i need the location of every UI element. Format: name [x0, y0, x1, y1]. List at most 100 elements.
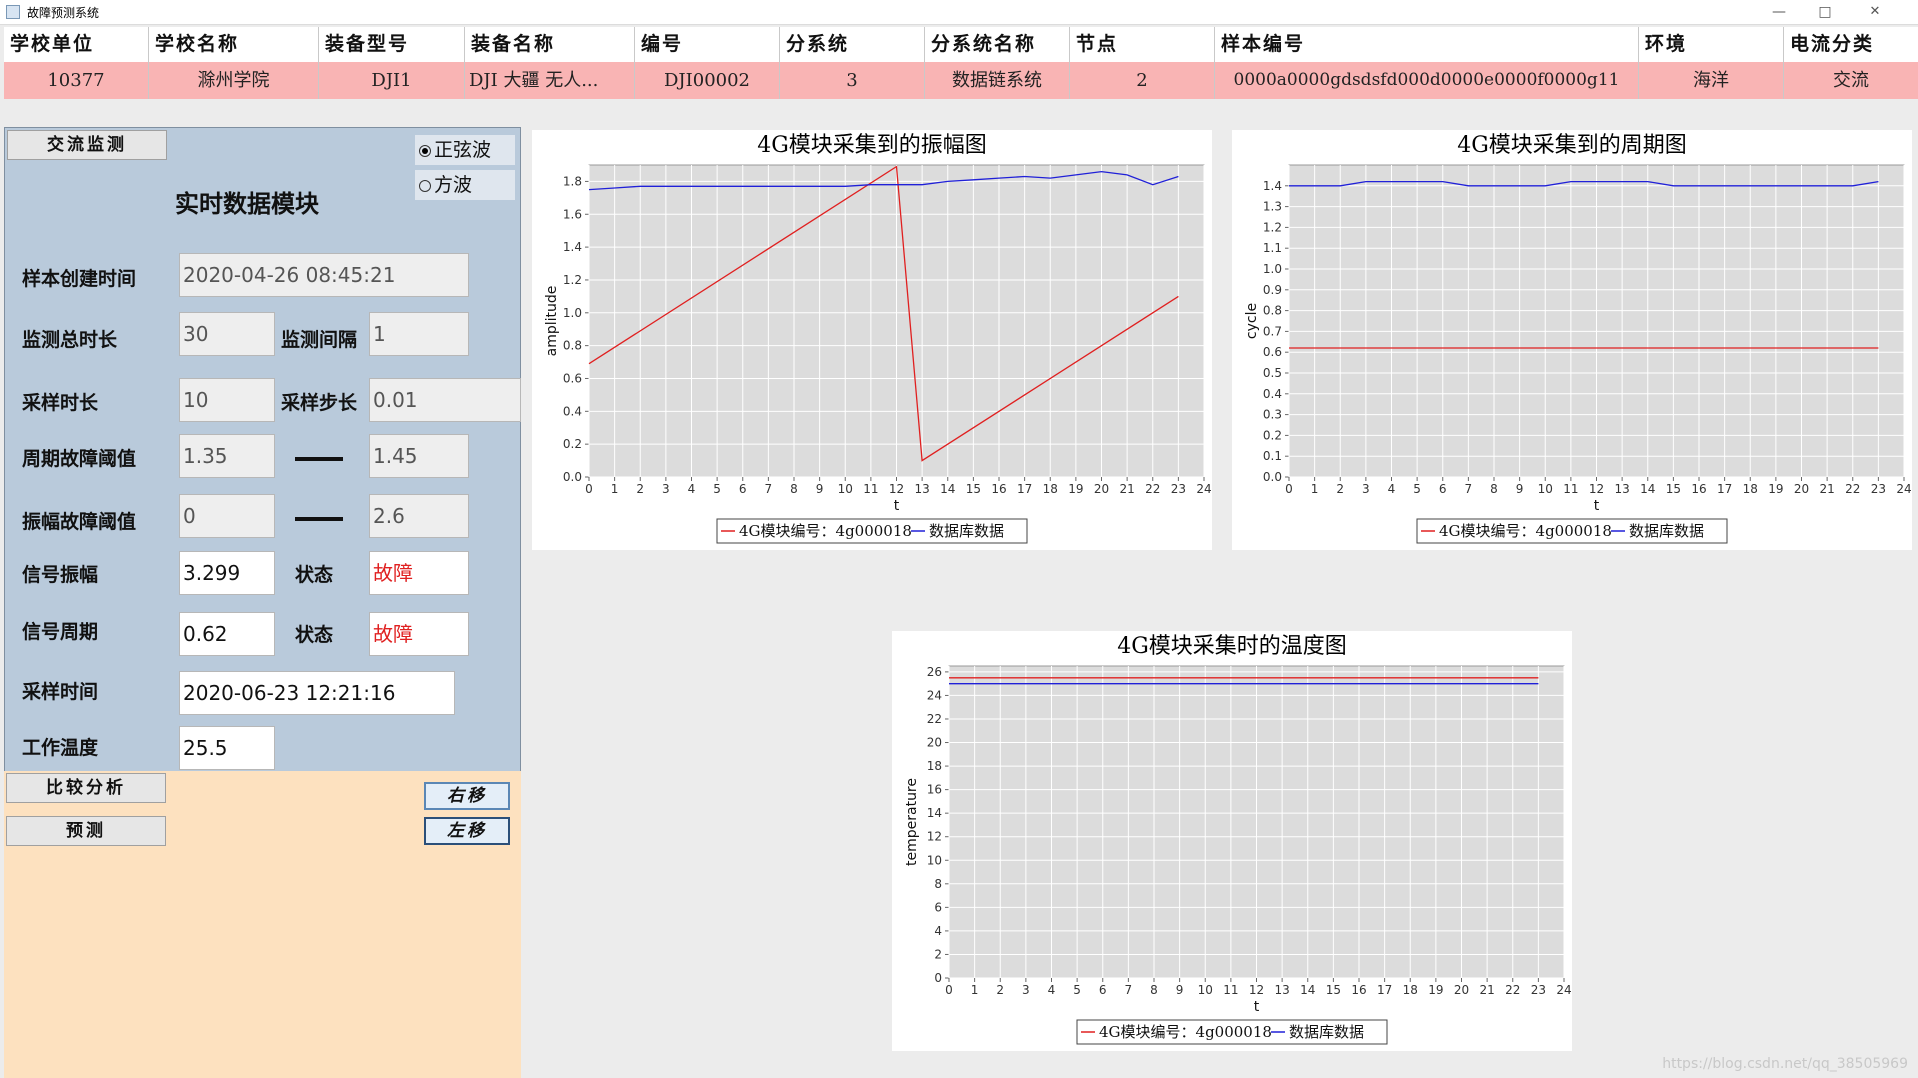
x-tick-label: 5 — [1073, 983, 1081, 997]
maximize-button[interactable]: □ — [1802, 0, 1848, 24]
col-header-subsystem[interactable]: 分系统 — [780, 27, 925, 62]
period-threshold-low-field[interactable]: 1.35 — [179, 434, 275, 478]
cycle-chart: 4G模块采集到的周期图 0.0 0.1 0.2 0.3 0.4 0.5 0.6 0.7 0.8 0.… — [1232, 130, 1912, 550]
move-left-button[interactable]: 左移 — [424, 817, 510, 845]
radio-unselected-icon — [419, 180, 431, 192]
sample-time-field[interactable]: 2020-06-23 12:21:16 — [179, 671, 455, 715]
col-header-school-unit[interactable]: 学校单位 — [4, 27, 149, 62]
sample-step-field[interactable]: 0.01 — [369, 378, 521, 422]
radio-square-label: 方波 — [434, 174, 473, 196]
monitor-total-field[interactable]: 30 — [179, 312, 275, 356]
cell-equip-name[interactable]: DJI 大疆 无人... — [465, 62, 635, 99]
col-header-sample-id[interactable]: 样本编号 — [1215, 27, 1639, 62]
x-tick-label: 21 — [1479, 983, 1494, 997]
y-axis-label: cycle — [1244, 303, 1260, 339]
y-tick-label: 0.9 — [1263, 283, 1282, 297]
x-tick-label: 2 — [996, 983, 1004, 997]
monitor-interval-field[interactable]: 1 — [369, 312, 469, 356]
x-tick-label: 3 — [662, 482, 670, 496]
y-tick-label: 1.6 — [563, 207, 582, 221]
x-tick-label: 15 — [1326, 983, 1341, 997]
amp-threshold-low-field[interactable]: 0 — [179, 494, 275, 538]
radio-sine-wave[interactable]: 正弦波 — [415, 135, 515, 165]
col-header-equip-name[interactable]: 装备名称 — [465, 27, 635, 62]
period-threshold-high-field[interactable]: 1.45 — [369, 434, 469, 478]
col-header-node[interactable]: 节点 — [1070, 27, 1215, 62]
x-tick-label: 11 — [1223, 983, 1238, 997]
x-tick-label: 23 — [1171, 482, 1186, 496]
close-button[interactable]: ✕ — [1852, 0, 1898, 24]
x-tick-label: 11 — [1563, 482, 1578, 496]
x-tick-label: 12 — [1249, 983, 1264, 997]
table-row[interactable]: 10377 滁州学院 DJI1 DJI 大疆 无人... DJI00002 3 … — [4, 62, 1918, 99]
legend-label: 4G模块编号：4g000018 — [739, 522, 912, 540]
minimize-button[interactable]: — — [1756, 0, 1802, 24]
y-tick-label: 0.2 — [1263, 428, 1282, 442]
cell-node[interactable]: 2 — [1070, 62, 1215, 99]
x-tick-label: 24 — [1196, 482, 1211, 496]
x-tick-label: 19 — [1428, 983, 1443, 997]
x-tick-label: 14 — [1640, 482, 1655, 496]
cell-equip-model[interactable]: DJI1 — [319, 62, 465, 99]
sample-duration-field[interactable]: 10 — [179, 378, 275, 422]
y-tick-label: 14 — [927, 806, 942, 820]
cell-current-type[interactable]: 交流 — [1784, 62, 1918, 99]
x-tick-label: 13 — [914, 482, 929, 496]
x-tick-label: 8 — [1150, 983, 1158, 997]
ac-monitor-button[interactable]: 交流监测 — [7, 130, 167, 160]
compare-analysis-button[interactable]: 比较分析 — [6, 773, 166, 803]
sample-create-time-field[interactable]: 2020-04-26 08:45:21 — [179, 253, 469, 297]
x-tick-label: 22 — [1145, 482, 1160, 496]
x-tick-label: 17 — [1717, 482, 1732, 496]
legend-label: 数据库数据 — [1289, 1023, 1364, 1041]
x-tick-label: 9 — [1176, 983, 1184, 997]
window-titlebar: 故障预测系统 — □ ✕ — [0, 0, 1918, 25]
amp-threshold-high-field[interactable]: 2.6 — [369, 494, 469, 538]
y-tick-label: 20 — [927, 736, 942, 750]
x-tick-label: 5 — [713, 482, 721, 496]
period-status-field[interactable]: 故障 — [369, 612, 469, 656]
y-tick-label: 1.0 — [1263, 262, 1282, 276]
x-tick-label: 14 — [940, 482, 955, 496]
col-header-environment[interactable]: 环境 — [1639, 27, 1784, 62]
cell-environment[interactable]: 海洋 — [1639, 62, 1784, 99]
cell-subsystem-name[interactable]: 数据链系统 — [925, 62, 1070, 99]
cell-subsystem[interactable]: 3 — [780, 62, 925, 99]
y-tick-label: 0.2 — [563, 437, 582, 451]
y-tick-label: 18 — [927, 759, 942, 773]
cell-sample-id[interactable]: 0000a0000gdsdsfd000d0000e0000f0000g11 — [1215, 62, 1639, 99]
x-tick-label: 2 — [636, 482, 644, 496]
col-header-subsystem-name[interactable]: 分系统名称 — [925, 27, 1070, 62]
col-header-number[interactable]: 编号 — [635, 27, 780, 62]
y-tick-label: 8 — [934, 877, 942, 891]
y-tick-label: 4 — [934, 924, 942, 938]
y-tick-label: 0.8 — [563, 339, 582, 353]
x-tick-label: 1 — [971, 983, 979, 997]
chart-title: 4G模块采集到的振幅图 — [757, 133, 987, 158]
signal-amp-field[interactable]: 3.299 — [179, 551, 275, 595]
amp-status-field[interactable]: 故障 — [369, 551, 469, 595]
col-header-current-type[interactable]: 电流分类 — [1784, 27, 1918, 62]
cell-school-unit[interactable]: 10377 — [4, 62, 149, 99]
radio-square-wave[interactable]: 方波 — [415, 170, 515, 200]
col-header-equip-model[interactable]: 装备型号 — [319, 27, 465, 62]
y-tick-label: 0.4 — [563, 404, 582, 418]
y-tick-label: 0.6 — [1263, 345, 1282, 359]
work-temp-label: 工作温度 — [22, 737, 99, 759]
watermark: https://blog.csdn.net/qq_38505969 — [1662, 1056, 1908, 1072]
x-tick-label: 13 — [1274, 983, 1289, 997]
cell-number[interactable]: DJI00002 — [635, 62, 780, 99]
period-threshold-label: 周期故障阈值 — [22, 448, 137, 470]
col-header-school-name[interactable]: 学校名称 — [149, 27, 319, 62]
signal-period-label: 信号周期 — [22, 621, 99, 643]
move-right-button[interactable]: 右移 — [424, 782, 510, 810]
x-tick-label: 19 — [1768, 482, 1783, 496]
cell-school-name[interactable]: 滁州学院 — [149, 62, 319, 99]
signal-period-field[interactable]: 0.62 — [179, 612, 275, 656]
y-tick-label: 0.6 — [563, 371, 582, 385]
y-tick-label: 0.0 — [563, 470, 582, 484]
predict-button[interactable]: 预测 — [6, 816, 166, 846]
temperature-chart: 4G模块采集时的温度图 0 2 4 6 8 10 12 14 16 18 20 22 24 26 0 1 2 3 4 5… — [892, 631, 1572, 1051]
work-temp-field[interactable]: 25.5 — [179, 726, 275, 770]
x-tick-label: 18 — [1743, 482, 1758, 496]
